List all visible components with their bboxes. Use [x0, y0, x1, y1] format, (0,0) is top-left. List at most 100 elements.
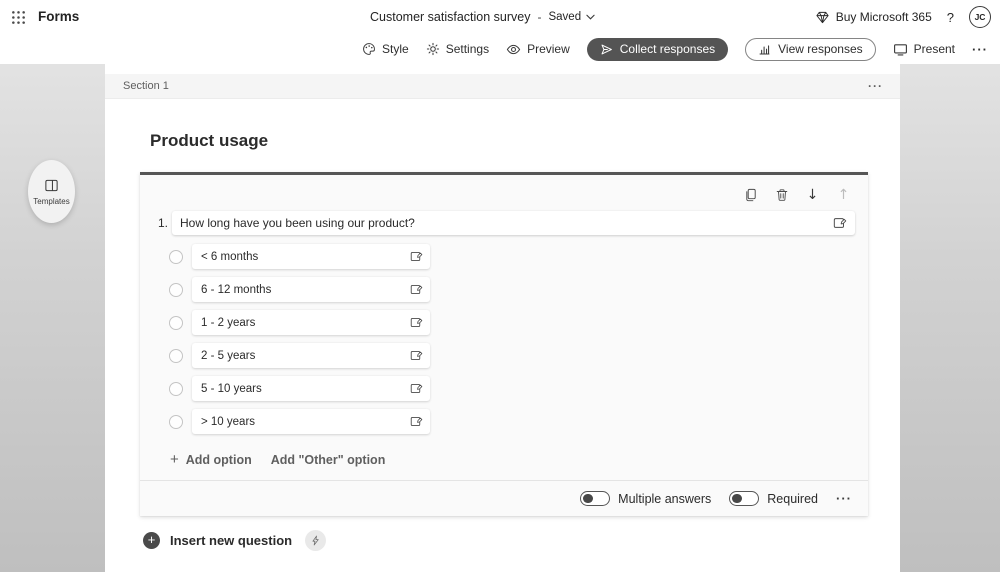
copy-question-button[interactable]	[742, 186, 759, 203]
option-text-field[interactable]: 2 - 5 years	[192, 343, 430, 368]
add-other-option-button[interactable]: Add "Other" option	[271, 453, 386, 467]
app-header: Forms Customer satisfaction survey - Sav…	[0, 0, 1000, 64]
question-text-field[interactable]: How long have you been using our product…	[172, 211, 855, 235]
app-name[interactable]: Forms	[38, 9, 79, 24]
option-row: 2 - 5 years	[169, 343, 430, 368]
bar-chart-icon	[758, 43, 771, 56]
insert-media-button[interactable]	[410, 316, 423, 329]
option-text-field[interactable]: 1 - 2 years	[192, 310, 430, 335]
present-button[interactable]: Present	[893, 42, 955, 57]
insert-media-button[interactable]	[410, 250, 423, 263]
option-text: 2 - 5 years	[201, 350, 255, 362]
settings-button[interactable]: Settings	[426, 42, 489, 56]
question-card: ↓ ↑ 1. How long have you been using our …	[140, 172, 868, 516]
save-status-label: Saved	[548, 11, 581, 23]
monitor-icon	[893, 42, 908, 57]
insert-question-row: + Insert new question	[143, 530, 326, 551]
option-text-field[interactable]: 5 - 10 years	[192, 376, 430, 401]
option-text: > 10 years	[201, 416, 255, 428]
templates-layout-icon	[44, 178, 59, 193]
help-button[interactable]: ?	[947, 10, 954, 25]
avatar[interactable]: JC	[969, 6, 991, 28]
multiple-answers-toggle[interactable]	[580, 491, 610, 506]
option-row: < 6 months	[169, 244, 430, 269]
document-title[interactable]: Customer satisfaction survey	[370, 10, 530, 24]
option-text-field[interactable]: > 10 years	[192, 409, 430, 434]
multiple-answers-label: Multiple answers	[618, 492, 711, 506]
question-toolbar: ↓ ↑	[742, 186, 852, 203]
option-radio[interactable]	[169, 250, 183, 264]
header-row-top: Forms Customer satisfaction survey - Sav…	[0, 0, 1000, 34]
option-row: 1 - 2 years	[169, 310, 430, 335]
insert-media-button[interactable]	[833, 216, 847, 230]
section-label: Section 1	[123, 80, 169, 92]
form-canvas: Section 1 ··· Product usage ↓ ↑ 1. How l…	[105, 64, 900, 572]
option-row: 5 - 10 years	[169, 376, 430, 401]
insert-new-question-button[interactable]: Insert new question	[170, 533, 292, 548]
collect-responses-label: Collect responses	[620, 42, 715, 56]
section-bar: Section 1 ···	[105, 74, 900, 99]
option-text-field[interactable]: < 6 months	[192, 244, 430, 269]
option-row: 6 - 12 months	[169, 277, 430, 302]
toggle-knob	[583, 494, 593, 504]
style-button[interactable]: Style	[362, 42, 409, 56]
lightning-icon	[310, 534, 321, 547]
insert-media-button[interactable]	[410, 283, 423, 296]
templates-button[interactable]: Templates	[28, 160, 75, 223]
insert-media-button[interactable]	[410, 349, 423, 362]
account-group: Buy Microsoft 365 ? JC	[815, 0, 991, 34]
settings-label: Settings	[446, 42, 489, 56]
eye-icon	[506, 42, 521, 57]
toggle-knob	[732, 494, 742, 504]
question-row: 1. How long have you been using our prod…	[158, 211, 855, 235]
collect-responses-button[interactable]: Collect responses	[587, 38, 728, 61]
option-text: 6 - 12 months	[201, 284, 271, 296]
plus-icon: +	[170, 451, 179, 468]
present-label: Present	[914, 42, 955, 56]
style-label: Style	[382, 42, 409, 56]
save-status-dropdown[interactable]: Saved	[548, 11, 595, 23]
quick-suggest-button[interactable]	[305, 530, 326, 551]
preview-button[interactable]: Preview	[506, 42, 570, 57]
palette-icon	[362, 42, 376, 56]
insert-media-button[interactable]	[410, 382, 423, 395]
required-toggle[interactable]	[729, 491, 759, 506]
move-question-up-button[interactable]: ↑	[835, 186, 852, 203]
section-more-button[interactable]: ···	[868, 79, 883, 93]
option-radio[interactable]	[169, 382, 183, 396]
option-radio[interactable]	[169, 316, 183, 330]
move-question-down-button[interactable]: ↓	[804, 186, 821, 203]
delete-question-button[interactable]	[773, 186, 790, 203]
option-radio[interactable]	[169, 349, 183, 363]
question-footer: Multiple answers Required ···	[140, 480, 868, 516]
option-text: 1 - 2 years	[201, 317, 255, 329]
option-radio[interactable]	[169, 415, 183, 429]
add-options-row: + Add option Add "Other" option	[170, 451, 385, 468]
add-option-button[interactable]: + Add option	[170, 451, 252, 468]
document-title-group: Customer satisfaction survey - Saved	[370, 0, 595, 34]
diamond-icon	[815, 10, 830, 25]
form-title[interactable]: Product usage	[150, 131, 268, 151]
toolbar-more-button[interactable]: ···	[972, 42, 988, 57]
chevron-down-icon	[586, 14, 595, 20]
option-text-field[interactable]: 6 - 12 months	[192, 277, 430, 302]
add-question-plus-icon[interactable]: +	[143, 532, 160, 549]
option-radio[interactable]	[169, 283, 183, 297]
gear-icon	[426, 42, 440, 56]
preview-label: Preview	[527, 42, 570, 56]
question-number: 1.	[158, 216, 172, 230]
title-separator: -	[537, 10, 541, 24]
buy-microsoft-365-label: Buy Microsoft 365	[836, 10, 932, 24]
buy-microsoft-365-button[interactable]: Buy Microsoft 365	[815, 10, 932, 25]
option-text: < 6 months	[201, 251, 258, 263]
view-responses-button[interactable]: View responses	[745, 38, 876, 61]
question-more-button[interactable]: ···	[836, 491, 852, 506]
arrow-up-icon: ↑	[838, 187, 850, 203]
required-label: Required	[767, 492, 818, 506]
add-option-label: Add option	[186, 453, 252, 467]
form-toolbar: Style Settings Preview Collect responses…	[0, 34, 1000, 64]
app-launcher-icon[interactable]	[11, 10, 26, 25]
insert-media-button[interactable]	[410, 415, 423, 428]
send-icon	[600, 43, 613, 56]
option-text: 5 - 10 years	[201, 383, 262, 395]
